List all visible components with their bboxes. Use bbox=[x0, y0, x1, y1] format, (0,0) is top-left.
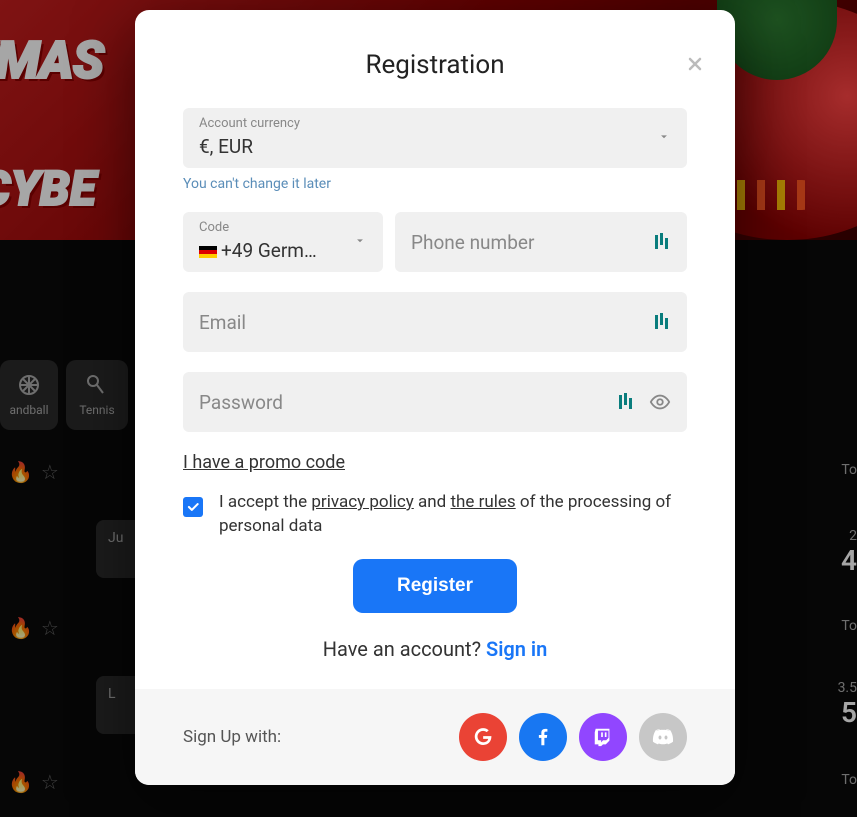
discord-signup-button[interactable] bbox=[639, 713, 687, 761]
currency-value: €, EUR bbox=[199, 135, 671, 158]
check-icon bbox=[186, 500, 200, 514]
close-button[interactable] bbox=[679, 48, 711, 80]
discord-icon bbox=[651, 725, 675, 749]
currency-select[interactable]: Account currency €, EUR bbox=[183, 108, 687, 168]
consent-row: I accept the privacy policy and the rule… bbox=[183, 491, 687, 539]
phone-placeholder: Phone number bbox=[411, 231, 534, 254]
email-placeholder: Email bbox=[199, 311, 246, 334]
code-value: +49 Germ… bbox=[199, 239, 367, 262]
eye-icon[interactable] bbox=[649, 391, 671, 413]
password-manager-icon[interactable] bbox=[619, 393, 635, 411]
signup-with-label: Sign Up with: bbox=[183, 727, 281, 747]
close-icon bbox=[685, 54, 705, 74]
modal-title: Registration bbox=[183, 50, 687, 80]
chevron-down-icon bbox=[353, 233, 367, 252]
de-flag-icon bbox=[199, 246, 217, 258]
google-icon bbox=[472, 726, 494, 748]
promo-code-link[interactable]: I have a promo code bbox=[183, 452, 345, 473]
social-buttons bbox=[459, 713, 687, 761]
password-manager-icon[interactable] bbox=[655, 313, 671, 331]
registration-modal: Registration Account currency €, EUR You… bbox=[135, 10, 735, 785]
register-button[interactable]: Register bbox=[353, 559, 517, 613]
password-placeholder: Password bbox=[199, 391, 283, 414]
consent-checkbox[interactable] bbox=[183, 497, 203, 517]
twitch-signup-button[interactable] bbox=[579, 713, 627, 761]
code-label: Code bbox=[199, 220, 367, 235]
rules-link[interactable]: the rules bbox=[450, 492, 515, 512]
facebook-icon bbox=[532, 726, 554, 748]
password-input[interactable]: Password bbox=[183, 372, 687, 432]
privacy-policy-link[interactable]: privacy policy bbox=[311, 492, 413, 512]
have-account-text: Have an account? Sign in bbox=[183, 637, 687, 661]
twitch-icon bbox=[592, 726, 614, 748]
consent-text: I accept the privacy policy and the rule… bbox=[219, 491, 687, 539]
country-code-select[interactable]: Code +49 Germ… bbox=[183, 212, 383, 272]
google-signup-button[interactable] bbox=[459, 713, 507, 761]
sign-in-link[interactable]: Sign in bbox=[486, 637, 547, 661]
chevron-down-icon bbox=[657, 129, 671, 148]
phone-input[interactable]: Phone number bbox=[395, 212, 687, 272]
facebook-signup-button[interactable] bbox=[519, 713, 567, 761]
email-input[interactable]: Email bbox=[183, 292, 687, 352]
currency-hint: You can't change it later bbox=[183, 176, 687, 192]
currency-label: Account currency bbox=[199, 116, 671, 131]
modal-footer: Sign Up with: bbox=[135, 689, 735, 785]
password-manager-icon[interactable] bbox=[655, 233, 671, 251]
